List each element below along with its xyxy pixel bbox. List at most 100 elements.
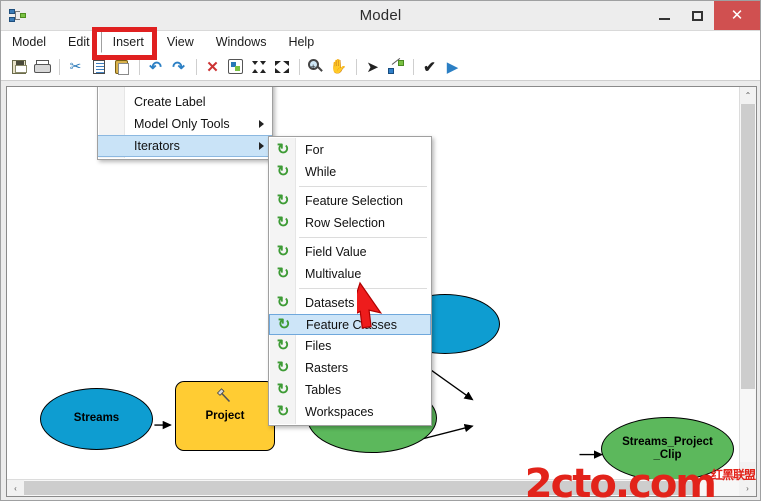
undo-button[interactable]: ↶ [145,56,166,77]
submenu-item-field-value[interactable]: ↻ Field Value [269,241,431,263]
checkmark-icon: ✔ [423,58,436,76]
scroll-up-button[interactable]: ⌃ [740,87,756,104]
menu-model[interactable]: Model [1,31,57,53]
submenu-item-row-selection[interactable]: ↻ Row Selection [269,212,431,234]
paste-icon [115,59,129,75]
submenu-item-workspaces[interactable]: ↻ Workspaces [269,401,431,423]
node-project[interactable]: Project [175,381,275,451]
menu-item-label: Model Only Tools [134,117,230,131]
menu-windows[interactable]: Windows [205,31,278,53]
connect-nodes-icon [387,57,404,74]
validate-button[interactable]: ✔ [419,56,440,77]
scroll-down-button[interactable]: ⌄ [740,462,756,479]
model-diagram-panel: Streams Project Streams_Project _Clip Cr… [6,86,757,497]
zoom-in-button[interactable]: + [305,56,326,77]
cut-button[interactable]: ✂ [65,56,86,77]
select-button[interactable]: ➤ [362,56,383,77]
menu-help[interactable]: Help [277,31,325,53]
horizontal-scroll-thumb[interactable] [24,481,696,495]
menu-view[interactable]: View [156,31,205,53]
submenu-item-feature-selection[interactable]: ↻ Feature Selection [269,190,431,212]
screenshot-root: Model ✕ Model Edit Insert View Windows H… [0,0,761,501]
canvas-area: Streams Project Streams_Project _Clip Cr… [1,81,760,500]
submenu-item-label: Multivalue [305,267,362,281]
toolbar-separator [59,58,60,75]
undo-arrow-icon: ↶ [149,58,162,76]
submenu-item-rasters[interactable]: ↻ Rasters [269,357,431,379]
menu-bar: Model Edit Insert View Windows Help [1,30,760,53]
auto-layout-button[interactable] [225,56,246,77]
scissors-icon: ✂ [69,58,82,74]
menu-item-create-label[interactable]: Create Label [98,91,272,113]
submenu-item-label: For [305,143,324,157]
redo-arrow-icon: ↷ [172,58,185,76]
submenu-item-label: Datasets [305,296,355,310]
window-title: Model [359,7,402,24]
submenu-item-label: Workspaces [305,405,374,419]
hammer-icon [216,388,231,403]
iterator-icon: ↻ [276,294,290,311]
menu-insert[interactable]: Insert [100,31,156,53]
title-bar: Model ✕ [1,1,760,30]
toolbar-separator [196,58,197,75]
menu-separator [299,186,427,187]
toolbar-separator [413,58,414,75]
submenu-item-for[interactable]: ↻ For [269,139,431,161]
run-button[interactable]: ▶ [442,56,463,77]
menu-item-iterators[interactable]: Iterators [98,135,272,157]
submenu-item-label: Files [305,339,332,353]
hand-icon: ✋ [329,58,348,74]
submenu-item-tables[interactable]: ↻ Tables [269,379,431,401]
copy-icon [92,59,105,74]
chevron-right-icon [259,120,264,128]
arrows-in-icon [251,60,266,73]
print-icon [34,60,51,73]
redo-button[interactable]: ↷ [168,56,189,77]
iterator-icon: ↻ [276,192,290,209]
save-button[interactable] [8,56,29,77]
node-label: Streams [73,412,120,425]
full-extent-button[interactable] [271,56,292,77]
scroll-right-button[interactable]: › [739,480,756,496]
canvas-body: Streams Project Streams_Project _Clip Cr… [7,87,756,479]
print-button[interactable] [31,56,52,77]
node-label: Streams_Project _Clip [622,435,713,461]
menu-item-label: Create Label [134,95,206,109]
fit-to-window-button[interactable] [248,56,269,77]
toolbar-separator [299,58,300,75]
submenu-item-label: Row Selection [305,216,385,230]
iterator-icon: ↻ [277,315,291,333]
node-streams[interactable]: Streams [40,388,153,450]
iterator-icon: ↻ [276,403,290,420]
pointer-icon: ➤ [366,58,379,76]
vertical-scrollbar[interactable]: ⌃ ⌄ [739,87,756,479]
toolbar-separator [139,58,140,75]
submenu-item-label: Rasters [305,361,349,375]
toolbar-separator [356,58,357,75]
model-canvas[interactable]: Streams Project Streams_Project _Clip Cr… [7,87,739,479]
iterator-icon: ↻ [276,243,290,260]
delete-button[interactable]: ✕ [202,56,223,77]
vertical-scroll-track[interactable] [740,104,756,462]
chevron-right-icon [259,142,264,150]
connect-button[interactable] [385,56,406,77]
node-label: Project [205,410,245,422]
menu-edit[interactable]: Edit [57,31,101,53]
node-streams-project-clip[interactable]: Streams_Project _Clip [601,417,734,479]
iterator-icon: ↻ [276,265,290,282]
pan-button[interactable]: ✋ [328,56,349,77]
model-window: Model ✕ Model Edit Insert View Windows H… [0,0,761,501]
scroll-left-button[interactable]: ‹ [7,480,24,496]
horizontal-scroll-track[interactable] [24,480,739,496]
vertical-scroll-thumb[interactable] [741,104,755,389]
insert-dropdown-menu: Add Data or Tool... Create Variable... C… [97,87,273,160]
paste-button[interactable] [111,56,132,77]
menu-item-model-only-tools[interactable]: Model Only Tools [98,113,272,135]
iterator-icon: ↻ [276,359,290,376]
iterator-icon: ↻ [276,337,290,354]
auto-layout-icon [228,59,243,74]
submenu-item-while[interactable]: ↻ While [269,161,431,183]
copy-button[interactable] [88,56,109,77]
horizontal-scrollbar[interactable]: ‹ › [7,479,756,496]
toolbar: ✂ ↶ ↷ ✕ + ✋ ➤ ✔ ▶ [1,53,760,81]
